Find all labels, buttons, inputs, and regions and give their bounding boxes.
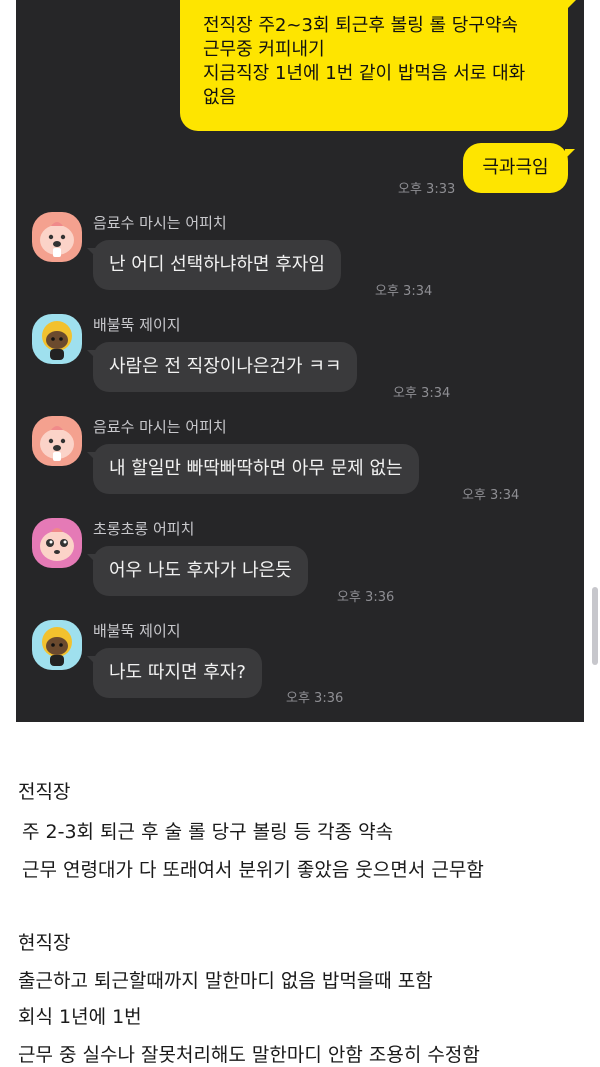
sender-name: 배불뚝 제이지	[93, 316, 181, 334]
message-time: 오후 3:34	[393, 386, 451, 401]
message-time: 오후 3:34	[462, 488, 520, 503]
incoming-message: 음료수 마시는 어피치 난 어디 선택하냐하면 후자임 오후 3:34	[16, 212, 584, 312]
apeach-drink-avatar[interactable]	[32, 416, 82, 466]
message-text: 어우 나도 후자가 나은듯	[109, 560, 292, 581]
message-text: 난 어디 선택하냐하면 후자임	[109, 254, 325, 275]
incoming-message: 배불뚝 제이지 나도 따지면 후자? 오후 3:36	[16, 620, 584, 720]
post-line: 근무 연령대가 다 또래여서 분위기 좋았음 웃으면서 근무함	[22, 859, 484, 881]
sender-name: 초롱초롱 어피치	[93, 520, 195, 538]
incoming-message: 초롱초롱 어피치 어우 나도 후자가 나은듯 오후 3:36	[16, 518, 584, 618]
post-line: 근무 중 실수나 잘못처리해도 말한마디 안함 조용히 수정함	[18, 1044, 480, 1066]
sender-name: 음료수 마시는 어피치	[93, 418, 227, 436]
message-text: 사람은 전 직장이나은건가 ㅋㅋ	[109, 356, 342, 377]
sender-name: 배불뚝 제이지	[93, 622, 181, 640]
jayg-avatar[interactable]	[32, 314, 82, 364]
message-bubble[interactable]: 어우 나도 후자가 나은듯	[87, 546, 308, 596]
post-heading: 현직장	[18, 932, 71, 954]
message-time: 오후 3:33	[398, 182, 456, 197]
chat-panel: 전직장 주2~3회 퇴근후 볼링 롤 당구약속 근무중 커피내기 지금직장 1년…	[16, 0, 584, 722]
message-line: 지금직장 1년에 1번 같이 밥먹음 서로 대화	[203, 63, 526, 84]
message-bubble[interactable]: 나도 따지면 후자?	[87, 648, 262, 698]
my-message-bubble[interactable]: 극과극임	[463, 143, 575, 193]
incoming-message: 음료수 마시는 어피치 내 할일만 빠딱빠딱하면 아무 문제 없는 오후 3:3…	[16, 416, 584, 516]
message-line: 전직장 주2~3회 퇴근후 볼링 롤 당구약속	[203, 15, 518, 36]
my-message-bubble[interactable]: 전직장 주2~3회 퇴근후 볼링 롤 당구약속 근무중 커피내기 지금직장 1년…	[180, 0, 576, 131]
message-line: 없음	[203, 87, 237, 108]
post-line: 회식 1년에 1번	[18, 1006, 142, 1028]
message-text: 나도 따지면 후자?	[109, 662, 246, 683]
message-line: 근무중 커피내기	[203, 39, 325, 60]
message-time: 오후 3:34	[375, 284, 433, 299]
message-time: 오후 3:36	[337, 590, 395, 605]
message-bubble[interactable]: 난 어디 선택하냐하면 후자임	[87, 240, 341, 290]
jayg-avatar[interactable]	[32, 620, 82, 670]
apeach-drink-avatar[interactable]	[32, 212, 82, 262]
message-bubble[interactable]: 내 할일만 빠딱빠딱하면 아무 문제 없는	[87, 444, 419, 494]
message-text: 극과극임	[482, 157, 549, 178]
sender-name: 음료수 마시는 어피치	[93, 214, 227, 232]
post-line: 주 2-3회 퇴근 후 술 롤 당구 볼링 등 각종 약속	[22, 821, 394, 843]
message-text: 내 할일만 빠딱빠딱하면 아무 문제 없는	[109, 458, 403, 479]
message-bubble[interactable]: 사람은 전 직장이나은건가 ㅋㅋ	[86, 342, 358, 392]
scrollbar-handle[interactable]	[592, 587, 598, 665]
message-time: 오후 3:36	[286, 691, 344, 706]
post-line: 출근하고 퇴근할때까지 말한마디 없음 밥먹을때 포함	[18, 970, 433, 992]
apeach-sparkle-avatar[interactable]	[32, 518, 82, 568]
incoming-message: 배불뚝 제이지 사람은 전 직장이나은건가 ㅋㅋ 오후 3:34	[16, 314, 584, 414]
post-heading: 전직장	[18, 781, 71, 803]
